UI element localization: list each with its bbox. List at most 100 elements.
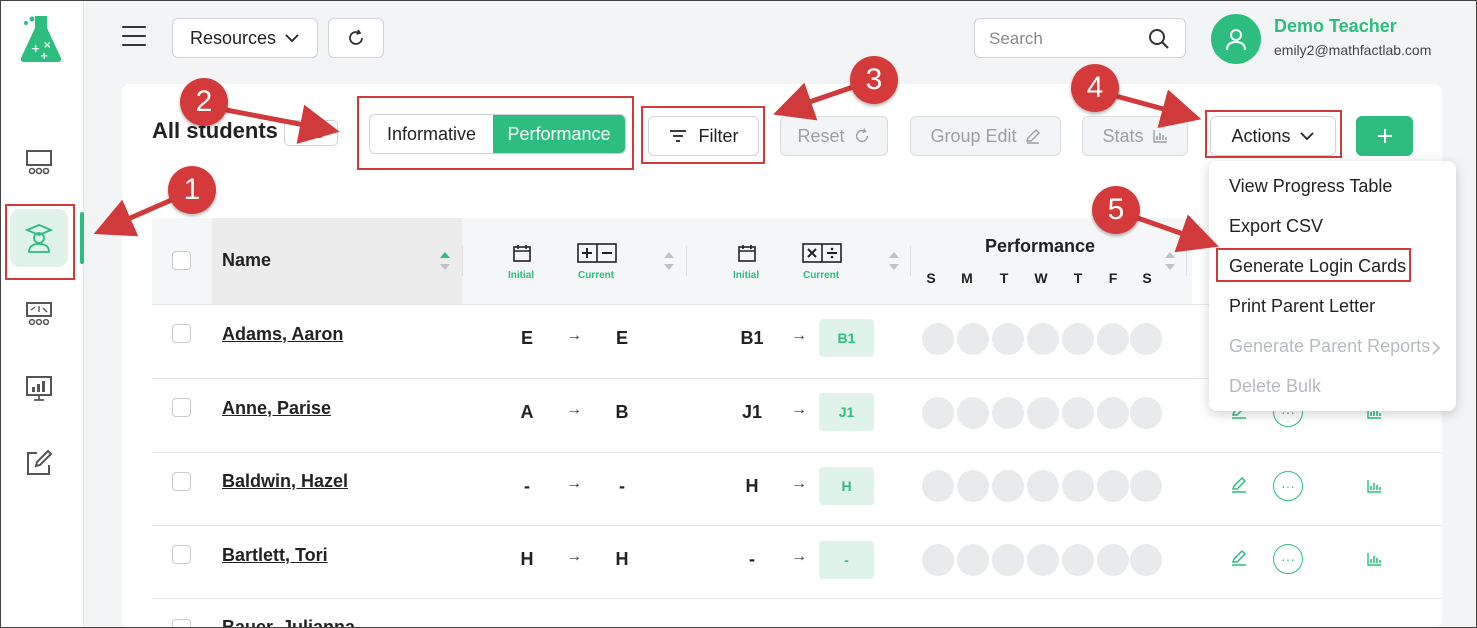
performance-day-dot xyxy=(1027,323,1059,355)
sidebar-item-groups[interactable] xyxy=(10,286,68,344)
name-sort-icon[interactable] xyxy=(439,250,451,272)
plus-icon xyxy=(1377,129,1392,143)
mul-current-badge: H xyxy=(819,467,874,505)
callout-3-badge: 3 xyxy=(850,56,898,104)
menu-item-print-parent-letter[interactable]: Print Parent Letter xyxy=(1229,296,1375,317)
arrow-right-icon: → xyxy=(566,401,582,418)
mul-current-badge: B1 xyxy=(819,319,874,357)
user-icon xyxy=(1226,29,1246,51)
callout-4-badge: 4 xyxy=(1071,64,1119,112)
mul-current-label: Current xyxy=(803,270,840,281)
select-all-checkbox[interactable] xyxy=(172,251,191,270)
day-label: M xyxy=(961,270,973,286)
add-sort-icon[interactable] xyxy=(663,250,675,272)
performance-day-dot xyxy=(957,544,989,576)
arrow-right-icon: → xyxy=(791,401,807,418)
edit-student-icon[interactable] xyxy=(1230,549,1250,569)
svg-text:+: + xyxy=(40,51,48,62)
performance-day-dot xyxy=(992,397,1024,429)
student-name-link[interactable]: Baldwin, Hazel xyxy=(222,471,348,492)
add-current-level: E xyxy=(615,328,628,348)
sidebar-item-reports[interactable] xyxy=(10,359,68,417)
performance-header: Performance xyxy=(985,236,1096,256)
performance-day-dot xyxy=(1097,323,1129,355)
student-name-link[interactable]: Adams, Aaron xyxy=(222,324,343,345)
avatar[interactable] xyxy=(1211,14,1261,64)
group-edit-button[interactable]: Group Edit xyxy=(910,116,1061,156)
callout-2-badge: 2 xyxy=(180,78,228,126)
performance-day-dot xyxy=(1130,470,1162,502)
mul-current-badge: - xyxy=(819,541,874,579)
row-checkbox[interactable] xyxy=(172,619,191,628)
row-checkbox[interactable] xyxy=(172,398,191,417)
mul-initial-level: - xyxy=(749,549,755,569)
performance-day-dot xyxy=(922,397,954,429)
arrow-right-icon: → xyxy=(791,548,807,565)
add-student-button[interactable] xyxy=(1356,116,1413,156)
reset-button[interactable]: Reset xyxy=(780,116,888,156)
performance-day-dot xyxy=(992,323,1024,355)
arrow-right-icon: → xyxy=(791,327,807,344)
stats-button[interactable]: Stats xyxy=(1082,116,1188,156)
math-fact-lab-logo[interactable]: + × + xyxy=(18,14,64,64)
menu-item-export-csv[interactable]: Export CSV xyxy=(1229,216,1323,237)
menu-toggle-button[interactable] xyxy=(122,26,146,48)
highlight-actions xyxy=(1205,110,1342,158)
student-name-link[interactable]: Bartlett, Tori xyxy=(222,545,328,566)
mul-initial-level: J1 xyxy=(741,402,763,422)
day-label: F xyxy=(1108,270,1118,286)
mul-current-badge: J1 xyxy=(819,393,874,431)
performance-day-dot xyxy=(922,544,954,576)
more-options-icon[interactable]: ··· xyxy=(1273,471,1303,501)
performance-sort-icon[interactable] xyxy=(1164,250,1176,272)
add-initial-level: E xyxy=(520,328,533,348)
refresh-button[interactable] xyxy=(328,18,384,58)
performance-day-dot xyxy=(1130,323,1162,355)
svg-text:×: × xyxy=(43,40,51,51)
callout-1-badge: 1 xyxy=(168,166,216,214)
add-initial-level: A xyxy=(520,402,534,422)
performance-day-dot xyxy=(992,470,1024,502)
multiplication-division-icon xyxy=(802,243,842,263)
menu-item-generate-parent-reports[interactable]: Generate Parent Reports xyxy=(1229,336,1430,357)
performance-day-dot xyxy=(1130,397,1162,429)
student-stats-icon[interactable] xyxy=(1366,551,1382,567)
pencil-icon xyxy=(1025,128,1041,144)
student-name-link[interactable]: Bauer, Julianna xyxy=(222,617,355,628)
row-checkbox[interactable] xyxy=(172,545,191,564)
performance-day-dot xyxy=(957,323,989,355)
sidebar: + × + xyxy=(0,0,84,628)
sidebar-item-assignments[interactable] xyxy=(10,434,68,492)
row-checkbox[interactable] xyxy=(172,472,191,491)
performance-day-dot xyxy=(1097,397,1129,429)
reset-label: Reset xyxy=(797,125,845,146)
add-initial-level: H xyxy=(520,549,534,569)
performance-day-dot xyxy=(957,397,989,429)
menu-item-delete-bulk[interactable]: Delete Bulk xyxy=(1229,376,1321,397)
performance-day-dot xyxy=(922,470,954,502)
performance-day-dot xyxy=(1130,544,1162,576)
student-stats-icon[interactable] xyxy=(1366,478,1382,494)
groups-board-icon xyxy=(26,302,52,326)
search-icon[interactable] xyxy=(1147,27,1171,51)
day-label: S xyxy=(1142,270,1152,286)
edit-student-icon[interactable] xyxy=(1230,476,1250,496)
search-input[interactable] xyxy=(989,27,1139,51)
resources-dropdown[interactable]: Resources xyxy=(172,18,318,58)
mul-sort-icon[interactable] xyxy=(888,250,900,272)
arrow-right-icon: → xyxy=(566,548,582,565)
day-label: S xyxy=(926,270,936,286)
student-name-link[interactable]: Anne, Parise xyxy=(222,398,331,419)
student-count-badge: 125 xyxy=(284,120,338,146)
refresh-icon xyxy=(349,29,363,45)
row-checkbox[interactable] xyxy=(172,324,191,343)
name-header-label: Name xyxy=(222,250,272,270)
add-current-level: H xyxy=(615,549,629,569)
arrow-right-icon: → xyxy=(566,475,582,492)
sidebar-item-classroom[interactable] xyxy=(10,134,68,192)
performance-day-dot xyxy=(1062,323,1094,355)
stats-label: Stats xyxy=(1102,125,1144,146)
performance-day-dot xyxy=(1027,397,1059,429)
menu-item-view-progress-table[interactable]: View Progress Table xyxy=(1229,176,1392,197)
more-options-icon[interactable]: ··· xyxy=(1273,544,1303,574)
